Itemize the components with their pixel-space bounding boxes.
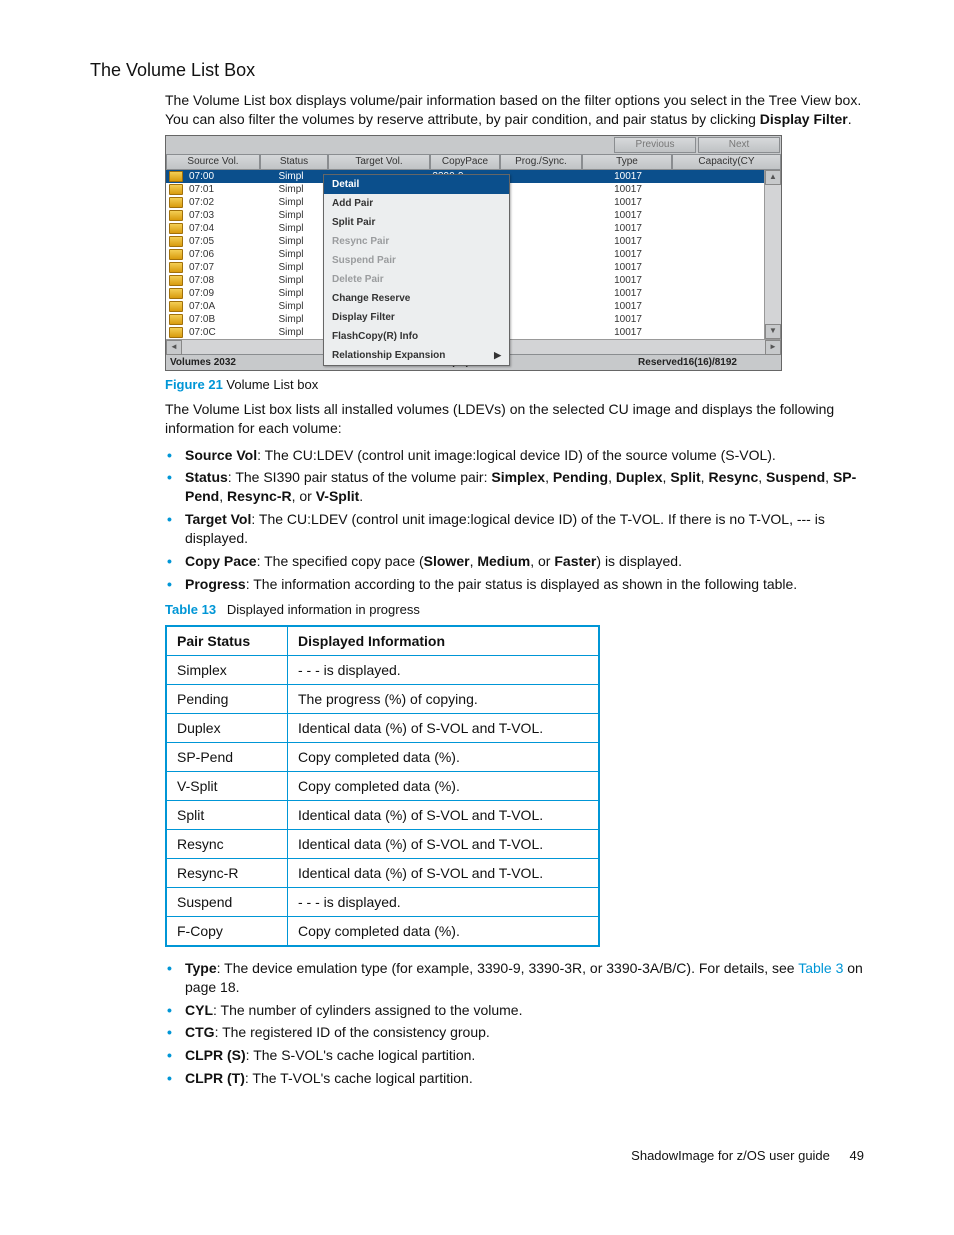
table-row[interactable]: 07:01Simpl (166, 183, 324, 196)
cross-ref-link[interactable]: Table 3 (798, 960, 843, 976)
context-menu-item[interactable]: Relationship Expansion▶ (324, 346, 509, 365)
volume-icon (169, 184, 183, 195)
list-item: CLPR (T): The T-VOL's cache logical part… (165, 1069, 864, 1088)
scroll-up-icon[interactable]: ▲ (765, 170, 781, 185)
volume-icon (169, 288, 183, 299)
list-item: CYL: The number of cylinders assigned to… (165, 1001, 864, 1020)
col-source-vol[interactable]: Source Vol. (166, 154, 260, 170)
table-header: Source Vol. Status Target Vol. CopyPace … (166, 154, 781, 170)
context-menu-item[interactable]: Split Pair (324, 213, 509, 232)
figure-text: Volume List box (226, 377, 318, 392)
after-figure-paragraph: The Volume List box lists all installed … (165, 400, 864, 438)
table-row[interactable]: 07:03Simpl (166, 209, 324, 222)
volume-icon (169, 210, 183, 221)
volume-icon (169, 327, 183, 338)
volume-icon (169, 249, 183, 260)
table-row: PendingThe progress (%) of copying. (166, 684, 599, 713)
context-menu-item[interactable]: FlashCopy(R) Info (324, 327, 509, 346)
volume-icon (169, 301, 183, 312)
list-item: CLPR (S): The S-VOL's cache logical part… (165, 1046, 864, 1065)
volume-icon (169, 275, 183, 286)
col-copypace[interactable]: CopyPace (430, 154, 500, 170)
table-row[interactable]: 07:0BSimpl (166, 313, 324, 326)
intro-text: The Volume List box displays volume/pair… (165, 92, 861, 127)
table-row: V-SplitCopy completed data (%). (166, 771, 599, 800)
volume-icon (169, 262, 183, 273)
context-menu-item[interactable]: Change Reserve (324, 289, 509, 308)
table-row: ResyncIdentical data (%) of S-VOL and T-… (166, 829, 599, 858)
volume-icon (169, 197, 183, 208)
scroll-down-icon[interactable]: ▼ (765, 324, 781, 339)
table-caption: Table 13 Displayed information in progre… (165, 602, 864, 617)
table-caption-text: Displayed information in progress (227, 602, 420, 617)
table-row: Resync-RIdentical data (%) of S-VOL and … (166, 858, 599, 887)
context-menu[interactable]: DetailAdd PairSplit PairResync PairSuspe… (323, 174, 510, 366)
chevron-right-icon: ▶ (494, 348, 501, 363)
table-row[interactable]: 07:00Simpl (166, 170, 324, 183)
list-item: Type: The device emulation type (for exa… (165, 959, 864, 997)
context-menu-item[interactable]: Add Pair (324, 194, 509, 213)
footer-reserved: Reserved16(16)/8192 (548, 357, 777, 368)
table-row: SplitIdentical data (%) of S-VOL and T-V… (166, 800, 599, 829)
volume-list-screenshot: Previous Next Source Vol. Status Target … (165, 135, 782, 371)
table-row: SP-PendCopy completed data (%). (166, 742, 599, 771)
volume-icon (169, 223, 183, 234)
table-row[interactable]: 07:06Simpl (166, 248, 324, 261)
table-row[interactable]: 07:0CSimpl (166, 326, 324, 339)
bullet-list-1: Source Vol: The CU:LDEV (control unit im… (165, 446, 864, 594)
context-menu-item[interactable]: Resync Pair (324, 232, 509, 251)
bullet-list-2: Type: The device emulation type (for exa… (165, 959, 864, 1088)
list-item: Progress: The information according to t… (165, 575, 864, 594)
previous-button[interactable]: Previous (614, 137, 696, 153)
table-row[interactable]: 07:08Simpl (166, 274, 324, 287)
list-item: Target Vol: The CU:LDEV (control unit im… (165, 510, 864, 548)
list-item: CTG: The registered ID of the consistenc… (165, 1023, 864, 1042)
table-label: Table 13 (165, 602, 216, 617)
list-item: Copy Pace: The specified copy pace (Slow… (165, 552, 864, 571)
footer-page-number: 49 (850, 1148, 864, 1163)
scroll-right-icon[interactable]: ► (765, 340, 781, 355)
table-row[interactable]: 07:07Simpl (166, 261, 324, 274)
col-target-vol[interactable]: Target Vol. (328, 154, 430, 170)
section-heading: The Volume List Box (90, 60, 864, 81)
footer-title: ShadowImage for z/OS user guide (631, 1148, 830, 1163)
table-row: F-CopyCopy completed data (%). (166, 916, 599, 946)
vertical-scrollbar[interactable]: ▲ ▼ (764, 170, 781, 339)
list-item: Source Vol: The CU:LDEV (control unit im… (165, 446, 864, 465)
intro-tail: . (848, 111, 852, 127)
table-row[interactable]: 07:04Simpl (166, 222, 324, 235)
table-row[interactable]: 07:05Simpl (166, 235, 324, 248)
col-status[interactable]: Status (260, 154, 328, 170)
intro-bold: Display Filter (760, 111, 848, 127)
volume-icon (169, 314, 183, 325)
table-row: DuplexIdentical data (%) of S-VOL and T-… (166, 713, 599, 742)
context-menu-item[interactable]: Detail (324, 175, 509, 194)
th-pair-status: Pair Status (166, 626, 288, 656)
context-menu-item[interactable]: Suspend Pair (324, 251, 509, 270)
next-button[interactable]: Next (698, 137, 780, 153)
scroll-left-icon[interactable]: ◄ (166, 340, 182, 355)
table-row[interactable]: 07:02Simpl (166, 196, 324, 209)
context-menu-item[interactable]: Display Filter (324, 308, 509, 327)
list-item: Status: The SI390 pair status of the vol… (165, 468, 864, 506)
progress-info-table: Pair Status Displayed Information Simple… (165, 625, 600, 947)
th-displayed-info: Displayed Information (288, 626, 600, 656)
col-type[interactable]: Type (582, 154, 672, 170)
table-row: Suspend- - - is displayed. (166, 887, 599, 916)
col-capacity[interactable]: Capacity(CY (672, 154, 781, 170)
col-prog-sync[interactable]: Prog./Sync. (500, 154, 582, 170)
table-row[interactable]: 07:0ASimpl (166, 300, 324, 313)
page-footer: ShadowImage for z/OS user guide 49 (90, 1148, 864, 1163)
table-row[interactable]: 07:09Simpl (166, 287, 324, 300)
volume-icon (169, 236, 183, 247)
figure-label: Figure 21 (165, 377, 223, 392)
volume-icon (169, 171, 183, 182)
table-row: Simplex- - - is displayed. (166, 655, 599, 684)
figure-caption: Figure 21 Volume List box (165, 377, 864, 392)
intro-paragraph: The Volume List box displays volume/pair… (165, 91, 864, 129)
context-menu-item[interactable]: Delete Pair (324, 270, 509, 289)
